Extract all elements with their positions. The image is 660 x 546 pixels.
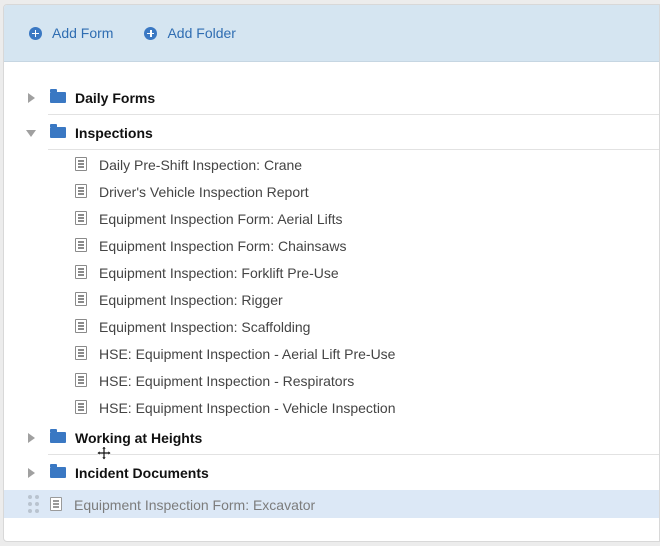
folder-row-inspections[interactable]: Inspections (4, 116, 659, 150)
form-label: Equipment Inspection Form: Aerial Lifts (99, 211, 343, 227)
form-item[interactable]: Equipment Inspection Form: Chainsaws (4, 232, 659, 259)
move-cursor-icon (97, 446, 111, 460)
folder-label: Working at Heights (75, 430, 203, 446)
document-icon (75, 292, 87, 306)
form-item[interactable]: Equipment Inspection: Scaffolding (4, 313, 659, 340)
form-item[interactable]: HSE: Equipment Inspection - Aerial Lift … (4, 340, 659, 367)
caret-down-icon[interactable] (26, 130, 36, 137)
document-icon (75, 400, 87, 414)
form-label: Driver's Vehicle Inspection Report (99, 184, 309, 200)
folder-label: Inspections (75, 125, 153, 141)
add-form-button[interactable]: Add Form (29, 25, 113, 41)
folder-row-daily-forms[interactable]: Daily Forms (4, 81, 659, 115)
document-icon (75, 184, 87, 198)
form-item[interactable]: Driver's Vehicle Inspection Report (4, 178, 659, 205)
add-folder-label: Add Folder (167, 25, 236, 41)
form-label: Equipment Inspection: Scaffolding (99, 319, 311, 335)
document-icon (75, 346, 87, 360)
form-item[interactable]: HSE: Equipment Inspection - Vehicle Insp… (4, 394, 659, 421)
document-icon (75, 157, 87, 171)
divider (48, 149, 659, 150)
drag-handle-icon[interactable] (28, 495, 40, 513)
dragging-form-item[interactable]: Equipment Inspection Form: Excavator (4, 490, 659, 518)
form-label: HSE: Equipment Inspection - Aerial Lift … (99, 346, 396, 362)
form-label: Equipment Inspection: Rigger (99, 292, 283, 308)
document-icon (75, 265, 87, 279)
folder-label: Daily Forms (75, 90, 156, 106)
document-icon (50, 497, 62, 511)
form-item[interactable]: Equipment Inspection Form: Aerial Lifts (4, 205, 659, 232)
plus-circle-icon (144, 26, 158, 40)
caret-right-icon[interactable] (28, 93, 35, 103)
document-icon (75, 373, 87, 387)
document-icon (75, 238, 87, 252)
caret-right-icon[interactable] (28, 468, 35, 478)
folder-label: Incident Documents (75, 465, 209, 481)
add-folder-button[interactable]: Add Folder (144, 25, 236, 41)
folder-row-incident-documents[interactable]: Incident Documents (4, 456, 659, 490)
plus-circle-icon (29, 26, 42, 40)
form-label: Equipment Inspection: Forklift Pre-Use (99, 265, 339, 281)
folder-icon (50, 124, 66, 138)
form-item[interactable]: Equipment Inspection: Rigger (4, 286, 659, 313)
form-library-panel: Add Form Add Folder Daily Forms Inspecti… (3, 4, 660, 542)
divider (48, 114, 659, 115)
form-item[interactable]: Daily Pre-Shift Inspection: Crane (4, 151, 659, 178)
form-label: HSE: Equipment Inspection - Vehicle Insp… (99, 400, 396, 416)
form-item[interactable]: HSE: Equipment Inspection - Respirators (4, 367, 659, 394)
document-icon (75, 211, 87, 225)
toolbar: Add Form Add Folder (4, 5, 659, 62)
form-label: Daily Pre-Shift Inspection: Crane (99, 157, 303, 173)
form-item[interactable]: Equipment Inspection: Forklift Pre-Use (4, 259, 659, 286)
form-label: Equipment Inspection Form: Chainsaws (99, 238, 347, 254)
form-label: Equipment Inspection Form: Excavator (74, 497, 316, 513)
divider (48, 454, 659, 455)
caret-right-icon[interactable] (28, 433, 35, 443)
add-form-label: Add Form (52, 25, 114, 41)
folder-icon (50, 89, 66, 103)
folder-icon (50, 464, 66, 478)
document-icon (75, 319, 87, 333)
folder-icon (50, 429, 66, 443)
form-label: HSE: Equipment Inspection - Respirators (99, 373, 355, 389)
